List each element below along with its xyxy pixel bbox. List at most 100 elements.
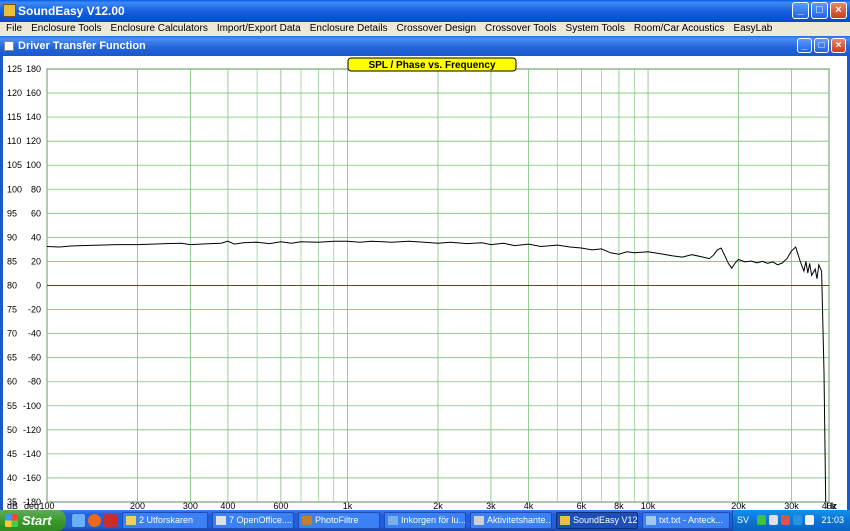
window-icon	[4, 41, 14, 51]
menu-enclosure-calculators[interactable]: Enclosure Calculators	[111, 22, 208, 36]
menu-easylab[interactable]: EasyLab	[733, 22, 772, 36]
notepad-icon	[646, 516, 656, 525]
task-notepad[interactable]: txt.txt - Anteck...	[642, 512, 730, 529]
network-icon[interactable]	[757, 515, 766, 525]
task-label: PhotoFiltre	[315, 515, 359, 525]
x-tick-label: 400	[220, 501, 235, 510]
y-deg-tick-label: 100	[26, 160, 41, 170]
y-db-tick-label: 105	[7, 160, 22, 170]
y-db-tick-label: 90	[7, 232, 17, 242]
y-db-tick-label: 100	[7, 184, 22, 194]
y-deg-tick-label: -160	[23, 473, 41, 483]
y-deg-tick-label: 180	[26, 64, 41, 74]
y-deg-tick-label: 80	[31, 184, 41, 194]
folder-icon	[126, 516, 136, 525]
task-task-manager[interactable]: Aktivitetshante...	[470, 512, 552, 529]
y-deg-tick-label: -140	[23, 449, 41, 459]
app-icon	[3, 4, 16, 17]
y-deg-tick-label: -100	[23, 401, 41, 411]
taskbar: Start 2 Utforskaren 7 OpenOffice.... Pho…	[0, 510, 850, 531]
menu-import-export-data[interactable]: Import/Export Data	[217, 22, 301, 36]
task-label: 7 OpenOffice....	[229, 515, 292, 525]
y-db-tick-label: 50	[7, 425, 17, 435]
y-db-tick-label: 55	[7, 401, 17, 411]
task-soundeasy[interactable]: SoundEasy V12...	[556, 512, 638, 529]
x-tick-label: 20k	[731, 501, 746, 510]
y-db-tick-label: 125	[7, 64, 22, 74]
y-deg-tick-label: 160	[26, 88, 41, 98]
minimize-button[interactable]: _	[792, 2, 809, 19]
y-deg-tick-label: -120	[23, 425, 41, 435]
task-label: SoundEasy V12...	[573, 515, 638, 525]
mail-icon	[388, 516, 398, 525]
task-photofiltre[interactable]: PhotoFiltre	[298, 512, 380, 529]
menu-system-tools[interactable]: System Tools	[566, 22, 625, 36]
task-label: Aktivitetshante...	[487, 515, 552, 525]
child-minimize-button[interactable]: _	[797, 38, 812, 53]
y-deg-tick-label: -80	[28, 377, 41, 387]
tray-status-icon[interactable]	[793, 515, 802, 525]
language-indicator[interactable]: SV	[737, 515, 749, 525]
child-title-bar[interactable]: Driver Transfer Function _ □ ×	[0, 36, 850, 56]
y-db-tick-label: 80	[7, 281, 17, 291]
x-tick-label: 6k	[577, 501, 587, 510]
menu-enclosure-details[interactable]: Enclosure Details	[310, 22, 388, 36]
clock[interactable]: 21:03	[821, 515, 844, 525]
photo-icon	[302, 516, 312, 525]
x-tick-label: 100	[39, 501, 54, 510]
menu-enclosure-tools[interactable]: Enclosure Tools	[31, 22, 101, 36]
y-db-tick-label: 65	[7, 353, 17, 363]
x-tick-label: 300	[183, 501, 198, 510]
x-tick-label: 1k	[343, 501, 353, 510]
menu-crossover-design[interactable]: Crossover Design	[397, 22, 476, 36]
spl-phase-chart[interactable]: 125 120 115 110 105 100 95 90 85 80 75 70 65 60 55 50 45…	[3, 56, 847, 511]
security-icon[interactable]	[781, 515, 790, 525]
x-tick-label: 4k	[524, 501, 534, 510]
menu-bar: File Enclosure Tools Enclosure Calculato…	[0, 22, 850, 36]
y-db-tick-label: 120	[7, 88, 22, 98]
task-manager-icon	[474, 516, 484, 525]
child-window-title: Driver Transfer Function	[18, 40, 146, 52]
app-title-bar[interactable]: SoundEasy V12.00 _ □ ×	[0, 0, 850, 22]
y-db-tick-label: 85	[7, 256, 17, 266]
volume-icon[interactable]	[805, 515, 814, 525]
chart-title: SPL / Phase vs. Frequency	[368, 60, 496, 71]
menu-file[interactable]: File	[6, 22, 22, 36]
start-label: Start	[22, 513, 52, 528]
y-deg-tick-label: -20	[28, 305, 41, 315]
task-label: 2 Utforskaren	[139, 515, 194, 525]
y-db-tick-label: 110	[7, 136, 21, 146]
y-deg-tick-label: 140	[26, 112, 41, 122]
firefox-icon[interactable]	[88, 514, 101, 527]
y-deg-tick-label: 20	[31, 256, 41, 266]
system-tray: SV 21:03	[732, 510, 850, 531]
y-deg-tick-label: 40	[31, 232, 41, 242]
child-close-button[interactable]: ×	[831, 38, 846, 53]
tray-app-icon[interactable]	[769, 515, 778, 525]
y-deg-unit-label: deg	[24, 501, 39, 510]
document-icon	[216, 516, 226, 525]
start-button[interactable]: Start	[0, 510, 66, 531]
app-title: SoundEasy V12.00	[18, 4, 125, 18]
task-mail-inbox[interactable]: Inkorgen för lu...	[384, 512, 466, 529]
soundeasy-icon	[560, 516, 570, 525]
task-openoffice[interactable]: 7 OpenOffice....	[212, 512, 294, 529]
y-db-tick-label: 70	[7, 329, 17, 339]
x-tick-label: 600	[273, 501, 288, 510]
x-tick-label: 2k	[433, 501, 443, 510]
x-tick-label: 30k	[784, 501, 799, 510]
task-explorer[interactable]: 2 Utforskaren	[122, 512, 208, 529]
maximize-button[interactable]: □	[811, 2, 828, 19]
child-maximize-button[interactable]: □	[814, 38, 829, 53]
close-button[interactable]: ×	[830, 2, 847, 19]
menu-room-car-acoustics[interactable]: Room/Car Acoustics	[634, 22, 725, 36]
show-desktop-icon[interactable]	[72, 514, 85, 527]
quicklaunch-app-icon[interactable]	[104, 514, 117, 527]
menu-crossover-tools[interactable]: Crossover Tools	[485, 22, 557, 36]
y-db-tick-label: 75	[7, 305, 17, 315]
x-tick-label: 8k	[614, 501, 624, 510]
x-tick-label: 3k	[486, 501, 496, 510]
y-db-tick-label: 95	[7, 208, 17, 218]
x-tick-label: 200	[130, 501, 145, 510]
windows-logo-icon	[5, 514, 18, 527]
